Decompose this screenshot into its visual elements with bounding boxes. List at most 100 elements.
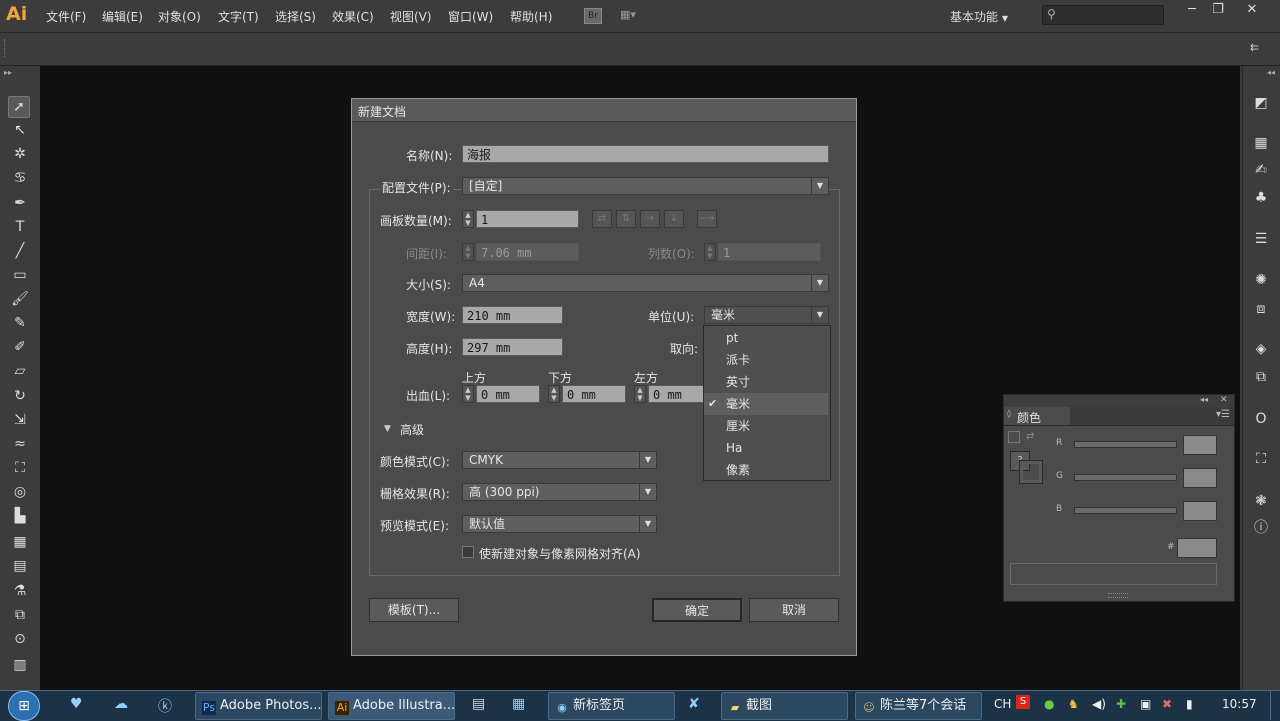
unit-option-cm[interactable]: 厘米	[704, 415, 828, 437]
align-pixel-grid-checkbox[interactable]	[462, 546, 474, 558]
color-mode-select[interactable]: CMYK ▼	[462, 451, 657, 469]
transform-icon[interactable]: ⛶	[1252, 450, 1270, 468]
stroke-icon[interactable]: ☰	[1252, 230, 1270, 248]
eraser-tool-icon[interactable]: ▱	[10, 361, 30, 381]
add-tray-icon[interactable]: ✚	[1116, 697, 1126, 711]
clock[interactable]: 10:57	[1222, 697, 1257, 711]
security-icon[interactable]: ✖	[1162, 697, 1172, 711]
profile-select[interactable]: [自定] ▼	[462, 177, 829, 195]
brushes-icon[interactable]: ✍	[1252, 161, 1270, 179]
height-field[interactable]: 297 mm	[462, 338, 563, 356]
transparency-icon[interactable]: O	[1252, 410, 1270, 428]
quicklaunch-shield-icon[interactable]: ♥	[70, 696, 83, 712]
info-icon[interactable]: ⓘ	[1252, 519, 1270, 537]
shape-builder-tool-icon[interactable]: ◎	[10, 482, 30, 502]
show-desktop-button[interactable]	[1270, 691, 1280, 720]
perspective-grid-tool-icon[interactable]: ▙	[10, 506, 30, 526]
task-browser[interactable]: ◉ 新标签页	[548, 692, 675, 720]
lasso-tool-icon[interactable]: ♋	[10, 168, 30, 188]
color-tab[interactable]: ◊ 颜色	[1004, 407, 1070, 425]
menu-window[interactable]: 窗口(W)	[448, 8, 493, 25]
r-slider[interactable]	[1074, 441, 1177, 448]
minimize-button[interactable]: ─	[1178, 2, 1206, 20]
rectangle-tool-icon[interactable]: ▭	[10, 265, 30, 285]
blend-tool-icon[interactable]: ⧉	[10, 605, 30, 625]
control-menu-icon[interactable]: ⇇	[1250, 41, 1259, 54]
collapse-panel-icon[interactable]: ◂◂	[1200, 395, 1208, 404]
swatches-icon[interactable]: ▦	[1252, 134, 1270, 152]
panel-menu-icon[interactable]: ▾☰	[1216, 409, 1230, 420]
unit-option-mm[interactable]: ✔ 毫米	[704, 393, 828, 415]
arrange-documents-icon[interactable]: ▦▾	[620, 8, 648, 22]
mesh-tool-icon[interactable]: ▦	[10, 532, 30, 552]
preview-mode-select[interactable]: 默认值 ▼	[462, 515, 657, 533]
close-window-button[interactable]: ✕	[1238, 2, 1266, 20]
menu-file[interactable]: 文件(F)	[46, 8, 86, 25]
triangle-down-icon[interactable]: ▼	[384, 424, 391, 434]
menu-help[interactable]: 帮助(H)	[510, 8, 552, 25]
task-photoshop[interactable]: Ps Adobe Photos...	[195, 692, 322, 720]
artboards-field[interactable]: 1	[476, 210, 579, 228]
symbols-icon[interactable]: ♣	[1252, 189, 1270, 207]
action-center-icon[interactable]: ▮	[1186, 697, 1193, 711]
menu-object[interactable]: 对象(O)	[158, 8, 201, 25]
direct-selection-tool-icon[interactable]: ↖	[10, 120, 30, 140]
unit-option-pt[interactable]: pt	[704, 327, 828, 349]
color-spectrum[interactable]	[1010, 563, 1217, 585]
volume-icon[interactable]: ◀)	[1092, 697, 1106, 711]
line-tool-icon[interactable]: ╱	[10, 241, 30, 261]
unit-option-pixel[interactable]: 像素	[704, 459, 828, 481]
column-graph-tool-icon[interactable]: ▥	[10, 655, 30, 675]
type-tool-icon[interactable]: T	[10, 217, 30, 237]
navigator-icon[interactable]: ◩	[1252, 94, 1270, 112]
close-panel-icon[interactable]: ✕	[1220, 395, 1228, 405]
default-colors-icon[interactable]	[1008, 431, 1020, 443]
task-notepad-icon[interactable]: ▤	[472, 696, 485, 712]
advanced-toggle[interactable]: 高级	[400, 421, 429, 438]
selection-tool-icon[interactable]: ➚	[8, 96, 30, 118]
stroke-swatch[interactable]	[1019, 460, 1043, 484]
unit-option-ha[interactable]: Ha	[704, 437, 828, 459]
r-value-field[interactable]	[1183, 435, 1217, 455]
start-button[interactable]: ⊞	[8, 691, 40, 721]
menu-effect[interactable]: 效果(C)	[332, 8, 374, 25]
size-select[interactable]: A4 ▼	[462, 274, 829, 292]
paintbrush-tool-icon[interactable]: 🖌	[10, 289, 30, 309]
scale-tool-icon[interactable]: ⇲	[10, 410, 30, 430]
magic-wand-tool-icon[interactable]: ✲	[10, 144, 30, 164]
language-indicator[interactable]: CH	[994, 697, 1011, 711]
wechat-tray-icon[interactable]: ●	[1044, 697, 1054, 711]
units-select[interactable]: 毫米 ▼	[704, 306, 829, 324]
menu-view[interactable]: 视图(V)	[390, 8, 432, 25]
b-value-field[interactable]	[1183, 501, 1217, 521]
bleed-left-stepper-icon[interactable]: ▲ ▼	[634, 385, 646, 403]
bleed-left-field[interactable]: 0 mm	[648, 385, 704, 403]
width-tool-icon[interactable]: ≈	[10, 434, 30, 454]
bleed-top-field[interactable]: 0 mm	[476, 385, 540, 403]
network-icon[interactable]: ▣	[1140, 697, 1151, 711]
quicklaunch-cloud-icon[interactable]: ☁	[114, 696, 128, 712]
blob-brush-tool-icon[interactable]: ✐	[10, 337, 30, 357]
width-field[interactable]: 210 mm	[462, 306, 563, 324]
panel-options-toggle-icon[interactable]: ◊	[1007, 409, 1011, 418]
gradient-tool-icon[interactable]: ▤	[10, 556, 30, 576]
cancel-button[interactable]: 取消	[749, 598, 839, 622]
g-value-field[interactable]	[1183, 468, 1217, 488]
graphic-styles-icon[interactable]: ⧈	[1252, 300, 1270, 318]
symbol-sprayer-tool-icon[interactable]: ⊙	[10, 629, 30, 649]
unit-option-pica[interactable]: 派卡	[704, 349, 828, 371]
bridge-button[interactable]: Br	[584, 8, 602, 24]
task-app-icon[interactable]: ✘	[688, 696, 700, 712]
artboards-stepper-icon[interactable]: ▲ ▼	[462, 210, 474, 228]
pathfinder-icon[interactable]: ❃	[1252, 492, 1270, 510]
name-field[interactable]: 海报	[462, 145, 829, 163]
templates-button[interactable]: 模板(T)...	[369, 598, 459, 622]
g-slider[interactable]	[1074, 474, 1177, 481]
task-screenshot-folder[interactable]: ▰ 截图	[721, 692, 848, 720]
bleed-bottom-field[interactable]: 0 mm	[562, 385, 626, 403]
task-chat[interactable]: ☺ 陈兰等7个会话	[855, 692, 982, 720]
collapse-dock-icon[interactable]: ◂◂	[1267, 68, 1275, 77]
raster-effects-select[interactable]: 高 (300 ppi) ▼	[462, 483, 657, 501]
menu-edit[interactable]: 编辑(E)	[102, 8, 143, 25]
layers-icon[interactable]: ◈	[1252, 340, 1270, 358]
